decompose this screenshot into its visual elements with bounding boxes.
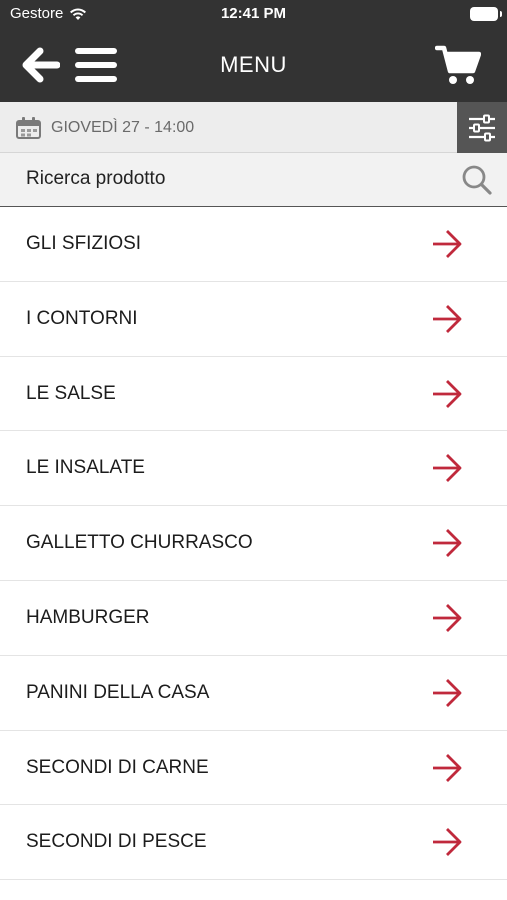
list-item[interactable]: LE SALSE [0,356,507,432]
arrow-right-icon [433,678,462,707]
category-label: I CONTORNI [26,307,138,329]
category-label: HAMBURGER [26,606,150,628]
category-label: GALLETTO CHURRASCO [26,532,253,554]
filter-button[interactable] [457,102,507,153]
list-item[interactable]: LE INSALATE [0,431,507,507]
navigation-bar: MENU [0,28,507,102]
arrow-right-icon [433,304,462,333]
status-time: 12:41 PM [220,5,287,22]
hamburger-menu-icon[interactable] [75,47,117,83]
category-label: LE INSALATE [26,457,145,479]
back-arrow-icon[interactable] [20,46,60,84]
search-bar [0,153,507,207]
category-label: PANINI DELLA CASA [26,681,210,703]
category-label: SECONDI DI PESCE [26,831,207,853]
list-item[interactable]: SECONDI DI CARNE [0,730,507,806]
arrow-right-icon [433,828,462,857]
battery-icon [470,7,502,21]
schedule-bar: GIOVEDÌ 27 - 14:00 [0,102,507,153]
sliders-icon [469,114,495,142]
category-label: SECONDI DI CARNE [26,756,209,778]
arrow-right-icon [433,379,462,408]
calendar-clock-icon [16,117,41,139]
arrow-right-icon [433,454,462,483]
arrow-right-icon [433,230,462,258]
shopping-cart-icon[interactable] [435,44,481,86]
schedule-date-label[interactable]: GIOVEDÌ 27 - 14:00 [51,119,194,137]
search-input[interactable] [26,168,426,190]
list-item[interactable]: SECONDI DI PESCE [0,805,507,881]
category-label: LE SALSE [26,382,116,404]
list-item[interactable]: HAMBURGER [0,580,507,656]
arrow-right-icon [433,753,462,782]
list-item[interactable]: GALLETTO CHURRASCO [0,506,507,581]
status-bar: Gestore 12:41 PM [0,0,507,28]
category-list: GLI SFIZIOSI I CONTORNI LE SALSE LE INSA… [0,207,507,881]
list-item[interactable]: PANINI DELLA CASA [0,655,507,731]
search-icon[interactable] [461,164,493,196]
category-label: GLI SFIZIOSI [26,233,142,254]
arrow-right-icon [433,529,462,558]
arrow-right-icon [433,603,462,632]
list-item[interactable]: GLI SFIZIOSI [0,207,507,282]
list-item[interactable]: I CONTORNI [0,281,507,357]
